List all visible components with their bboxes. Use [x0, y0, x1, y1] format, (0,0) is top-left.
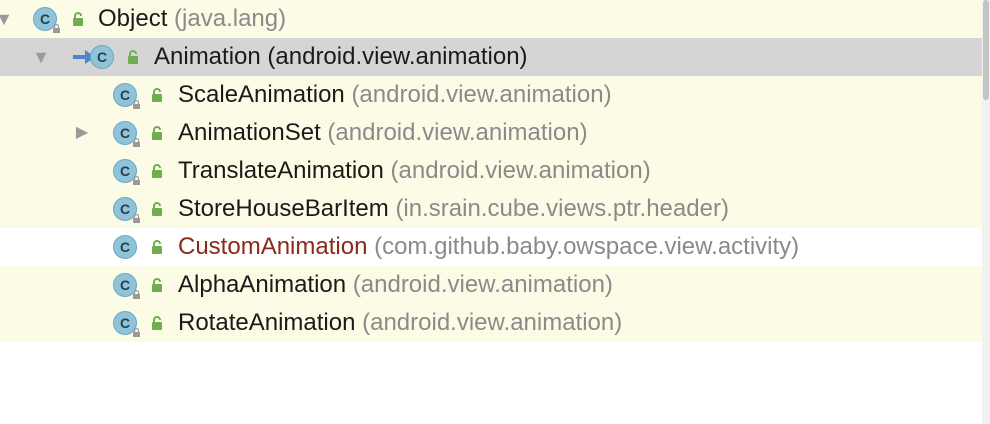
class-letter: C [119, 87, 131, 103]
public-lock-icon [152, 88, 162, 102]
tree-row-animationset[interactable]: ▶ C AnimationSet (android.view.animation… [0, 114, 982, 152]
class-name: Animation [154, 43, 261, 70]
package-name: (java.lang) [174, 5, 287, 32]
package-name: (com.github.baby.owspace.view.activity) [374, 233, 800, 260]
tree-node-label: ScaleAnimation (android.view.animation) [178, 76, 612, 114]
tree-node-label: StoreHouseBarItem (in.srain.cube.views.p… [178, 190, 729, 228]
scrollbar-thumb[interactable] [983, 0, 989, 100]
package-name: (android.view.animation) [352, 271, 613, 298]
package-name: (in.srain.cube.views.ptr.header) [395, 195, 729, 222]
tree-node-label: CustomAnimation (com.github.baby.owspace… [178, 228, 799, 266]
public-lock-icon [152, 240, 162, 254]
vertical-scrollbar[interactable] [982, 0, 990, 424]
tree-node-label: TranslateAnimation (android.view.animati… [178, 152, 651, 190]
class-name: CustomAnimation [178, 233, 368, 260]
class-name: TranslateAnimation [178, 157, 384, 184]
class-name: Object [98, 5, 168, 32]
tree-node-label: Animation (android.view.animation) [154, 38, 528, 76]
class-letter: C [119, 163, 131, 179]
lock-icon [133, 290, 140, 299]
public-lock-icon [152, 164, 162, 178]
class-icon: C [113, 273, 140, 299]
tree-row-animation[interactable]: ▼ C Animation (android.view.animation) [0, 38, 982, 76]
class-letter: C [119, 239, 131, 255]
tree-node-label: AlphaAnimation (android.view.animation) [178, 266, 613, 304]
public-lock-icon [152, 126, 162, 140]
lock-icon [133, 138, 140, 147]
public-lock-icon [73, 12, 83, 26]
class-name: StoreHouseBarItem [178, 195, 389, 222]
class-icon: C [113, 121, 140, 147]
package-name: (android.view.animation) [267, 43, 528, 70]
expand-arrow-icon[interactable]: ▼ [29, 38, 53, 76]
class-icon: C [90, 45, 114, 69]
tree-node-label: Object (java.lang) [98, 0, 286, 38]
class-letter: C [96, 49, 108, 65]
class-letter: C [119, 315, 131, 331]
lock-icon [133, 214, 140, 223]
public-lock-icon [152, 316, 162, 330]
class-icon: C [113, 159, 140, 185]
class-letter: C [119, 125, 131, 141]
class-name: RotateAnimation [178, 309, 356, 336]
tree-node-label: AnimationSet (android.view.animation) [178, 114, 588, 152]
class-name: AnimationSet [178, 119, 321, 146]
class-icon: C [33, 7, 60, 33]
tree-row-object[interactable]: ▼ C Object (java.lang) [0, 0, 982, 38]
tree-row-scaleanimation[interactable]: C ScaleAnimation (android.view.animation… [0, 76, 982, 114]
lock-icon [133, 328, 140, 337]
package-name: (android.view.animation) [390, 157, 651, 184]
public-lock-icon [128, 50, 138, 64]
public-lock-icon [152, 202, 162, 216]
class-icon: C [113, 311, 140, 337]
class-letter: C [119, 201, 131, 217]
class-letter: C [119, 277, 131, 293]
tree-row-storehousebaritem[interactable]: C StoreHouseBarItem (in.srain.cube.views… [0, 190, 982, 228]
tree-row-alphaanimation[interactable]: C AlphaAnimation (android.view.animation… [0, 266, 982, 304]
lock-icon [53, 24, 60, 33]
class-icon: C [113, 197, 140, 223]
tree-row-rotateanimation[interactable]: C RotateAnimation (android.view.animatio… [0, 304, 982, 342]
collapse-arrow-icon[interactable]: ▶ [70, 114, 94, 152]
lock-icon [133, 100, 140, 109]
class-icon: C [113, 235, 137, 259]
package-name: (android.view.animation) [351, 81, 612, 108]
class-icon: C [113, 83, 140, 109]
expand-arrow-icon[interactable]: ▼ [0, 0, 16, 38]
class-name: ScaleAnimation [178, 81, 345, 108]
public-lock-icon [152, 278, 162, 292]
tree-node-label: RotateAnimation (android.view.animation) [178, 304, 622, 342]
class-letter: C [39, 11, 51, 27]
tree-row-translateanimation[interactable]: C TranslateAnimation (android.view.anima… [0, 152, 982, 190]
type-hierarchy-tree: ▼ C Object (java.lang) ▼ C Animation (an… [0, 0, 982, 342]
tree-row-customanimation[interactable]: C CustomAnimation (com.github.baby.owspa… [0, 228, 982, 266]
package-name: (android.view.animation) [362, 309, 623, 336]
package-name: (android.view.animation) [327, 119, 588, 146]
class-name: AlphaAnimation [178, 271, 347, 298]
lock-icon [133, 176, 140, 185]
